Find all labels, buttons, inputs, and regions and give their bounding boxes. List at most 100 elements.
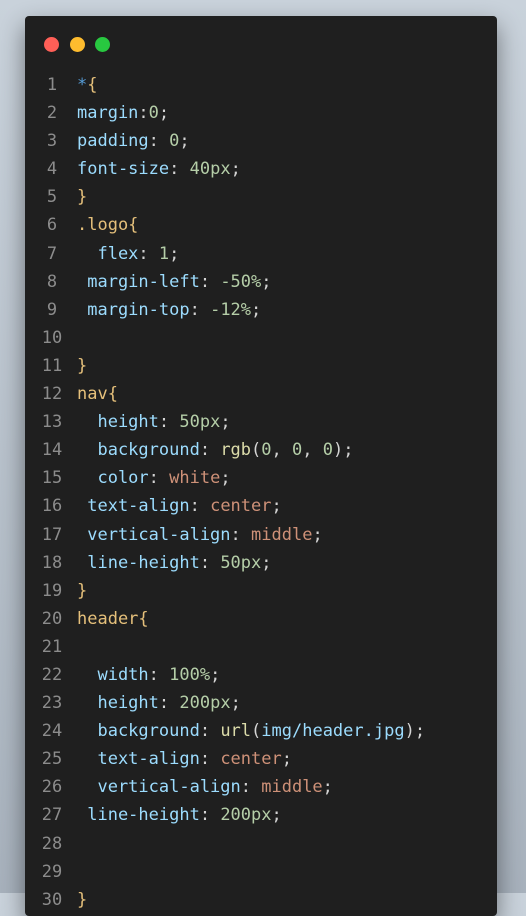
line-number: 8 <box>46 271 58 292</box>
code-token: ; <box>169 243 180 264</box>
code-token: : <box>138 243 159 264</box>
code-token: : <box>169 159 190 180</box>
code-line[interactable]: 16 text-align: center; <box>25 492 497 520</box>
line-number: 5 <box>46 187 58 208</box>
code-text: padding: 0; <box>77 127 190 155</box>
code-token: 0 <box>261 440 272 461</box>
code-text: } <box>77 577 87 605</box>
code-token: : <box>138 103 149 124</box>
line-number: 2 <box>46 103 58 124</box>
code-text: } <box>77 352 87 380</box>
code-line[interactable]: 9 margin-top: -12%; <box>25 296 497 324</box>
code-line[interactable]: 19} <box>25 577 497 605</box>
line-number: 15 <box>41 468 63 489</box>
code-token: center <box>220 749 282 770</box>
code-line[interactable]: 4 font-size: 40px; <box>25 155 497 183</box>
code-token: : <box>148 664 170 685</box>
code-line[interactable]: 14 background: rgb(0, 0, 0); <box>25 436 497 464</box>
line-number: 6 <box>46 215 58 236</box>
code-line[interactable]: 6 .logo{ <box>25 211 497 239</box>
code-token: : <box>148 131 170 152</box>
code-token: } <box>77 187 88 208</box>
code-text: *{ <box>77 71 98 99</box>
code-line[interactable]: 24 background: url(img/header.jpg); <box>25 717 497 745</box>
code-token: : <box>189 299 211 320</box>
close-icon[interactable] <box>44 37 59 52</box>
code-line[interactable]: 20 header{ <box>25 605 497 633</box>
code-token: : <box>199 440 221 461</box>
code-token: ; <box>312 524 323 545</box>
code-token: { <box>87 75 98 95</box>
line-number: 13 <box>41 412 63 433</box>
code-token: width <box>77 664 149 685</box>
code-token: ; <box>230 159 241 180</box>
code-text: margin:0; <box>77 99 169 127</box>
minimize-icon[interactable] <box>70 37 85 52</box>
code-token: : <box>199 805 221 826</box>
code-line[interactable]: 25 text-align: center; <box>25 745 497 773</box>
code-text: nav{ <box>77 380 118 408</box>
code-line[interactable]: 30} <box>25 886 497 914</box>
code-token: , <box>302 440 323 461</box>
code-line[interactable]: 15 color: white; <box>25 464 497 492</box>
code-token: line-height <box>77 552 200 573</box>
code-token: height <box>77 693 159 714</box>
code-line[interactable]: 7 flex: 1; <box>25 240 497 268</box>
code-token: margin <box>77 103 139 124</box>
code-line[interactable]: 18 line-height: 50px; <box>25 549 497 577</box>
code-token: ; <box>281 749 292 770</box>
code-token: background <box>77 721 200 742</box>
code-line[interactable]: 11} <box>25 352 497 380</box>
line-number: 25 <box>41 749 63 770</box>
code-line[interactable]: 12 nav{ <box>25 380 497 408</box>
code-line[interactable]: 23 height: 200px; <box>25 689 497 717</box>
code-token: : <box>199 749 221 770</box>
line-number: 9 <box>46 299 58 320</box>
code-token: vertical-align <box>77 524 231 545</box>
line-number: 17 <box>41 524 63 545</box>
code-token: ; <box>271 496 282 517</box>
code-line[interactable]: 28 <box>25 830 497 858</box>
code-token: ( <box>251 721 262 742</box>
line-number: 7 <box>46 243 58 264</box>
code-text: text-align: center; <box>77 492 282 520</box>
maximize-icon[interactable] <box>95 37 110 52</box>
code-line[interactable]: 13 height: 50px; <box>25 408 497 436</box>
code-line[interactable]: 3 padding: 0; <box>25 127 497 155</box>
code-token: ; <box>271 805 282 826</box>
code-token: : <box>199 721 221 742</box>
code-token: white <box>169 468 221 489</box>
code-text: text-align: center; <box>77 745 292 773</box>
code-token: 0 <box>292 440 303 461</box>
code-token: img/header.jpg <box>261 721 405 742</box>
code-token: 200px <box>220 805 272 826</box>
code-token: 50px <box>220 552 262 573</box>
code-line[interactable]: 29 <box>25 858 497 886</box>
code-text: } <box>77 183 87 211</box>
code-line[interactable]: 26 vertical-align: middle; <box>25 773 497 801</box>
code-line[interactable]: 8 margin-left: -50%; <box>25 268 497 296</box>
code-text: } <box>77 886 87 914</box>
code-token: .logo{ <box>77 215 139 236</box>
code-line[interactable]: 17 vertical-align: middle; <box>25 521 497 549</box>
code-editor[interactable]: 1 *{2 margin:0; 3 padding: 0; 4 font-size: 40p… <box>25 71 497 914</box>
code-line[interactable]: 1 *{ <box>25 71 497 99</box>
code-token: 100% <box>169 664 211 685</box>
code-line[interactable]: 27 line-height: 200px; <box>25 801 497 829</box>
code-token: ; <box>251 299 262 320</box>
code-line[interactable]: 22 width: 100%; <box>25 661 497 689</box>
code-line[interactable]: 5} <box>25 183 497 211</box>
code-line[interactable]: 21 <box>25 633 497 661</box>
code-line[interactable]: 10 <box>25 324 497 352</box>
code-token: ; <box>220 468 231 489</box>
code-text: background: url(img/header.jpg); <box>77 717 425 745</box>
code-token: : <box>199 271 221 292</box>
code-token: ; <box>322 777 333 798</box>
code-token: : <box>158 412 180 433</box>
code-line[interactable]: 2 margin:0; <box>25 99 497 127</box>
code-text: .logo{ <box>77 211 138 239</box>
code-text: background: rgb(0, 0, 0); <box>77 436 353 464</box>
code-token: line-height <box>77 805 200 826</box>
code-token: url <box>220 721 252 742</box>
line-number: 1 <box>46 75 58 95</box>
